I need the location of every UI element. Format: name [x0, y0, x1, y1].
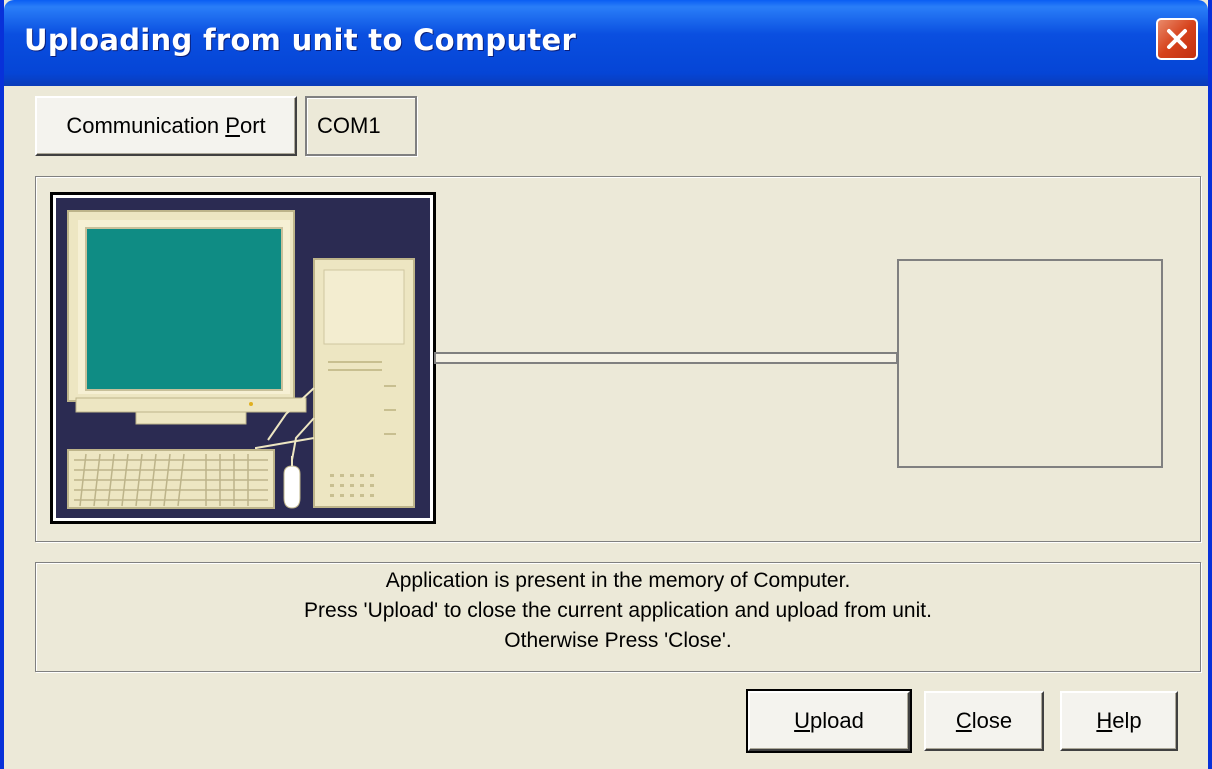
- close-x-icon: [1167, 29, 1187, 49]
- port-value: COM1: [317, 113, 381, 138]
- window-title: Uploading from unit to Computer: [24, 23, 577, 57]
- status-message-panel: Application is present in the memory of …: [35, 562, 1201, 672]
- dialog-window: Uploading from unit to Computer Communic…: [0, 0, 1212, 769]
- help-button[interactable]: Help: [1060, 691, 1178, 751]
- computer-illustration: [50, 192, 436, 524]
- upload-button-label: Upload: [794, 708, 864, 733]
- close-window-button[interactable]: [1156, 18, 1198, 60]
- communication-port-button[interactable]: Communication Port: [35, 96, 297, 156]
- title-bar[interactable]: Uploading from unit to Computer: [4, 0, 1208, 86]
- upload-button[interactable]: Upload: [746, 689, 912, 753]
- computer-icon: [67, 210, 415, 509]
- message-line-2: Press 'Upload' to close the current appl…: [304, 599, 932, 622]
- message-line-1: Application is present in the memory of …: [385, 569, 851, 592]
- connection-cable: [434, 352, 898, 364]
- port-value-field: COM1: [305, 96, 417, 156]
- close-button[interactable]: Close: [924, 691, 1044, 751]
- communication-port-label: Communication Port: [66, 113, 266, 138]
- help-button-label: Help: [1096, 708, 1142, 733]
- close-button-label: Close: [955, 708, 1013, 733]
- unit-placeholder: [897, 259, 1163, 468]
- message-line-3: Otherwise Press 'Close'.: [504, 629, 732, 652]
